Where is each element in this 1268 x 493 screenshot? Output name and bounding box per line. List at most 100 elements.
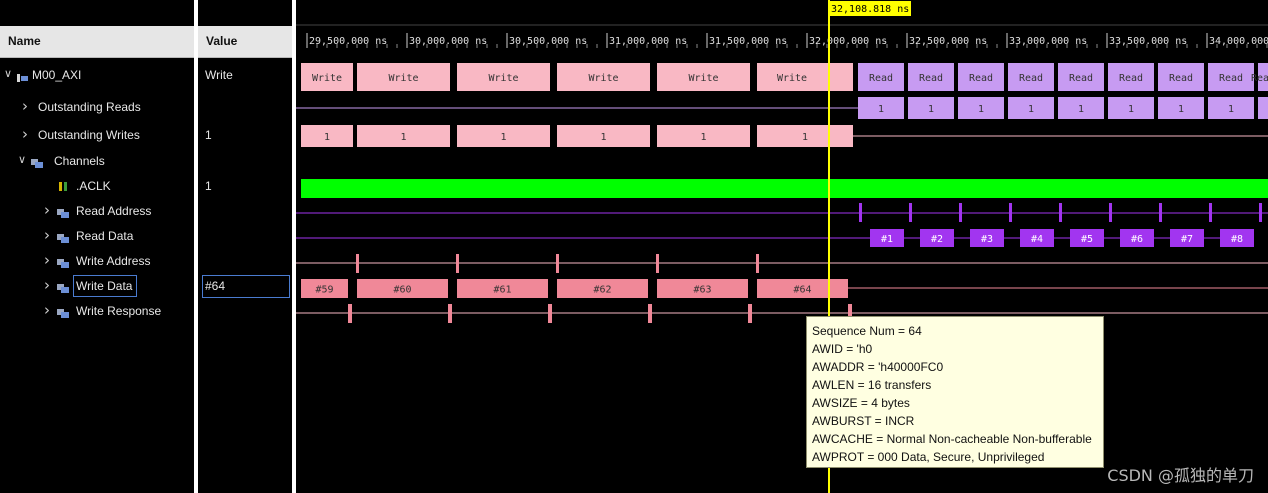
outstanding-read-value-text: 1 [878, 104, 884, 115]
read-data-beat-text: #5 [1081, 234, 1093, 245]
read-address-pulse[interactable] [859, 203, 862, 222]
tick-label-text: 30,500.000 ns [509, 36, 587, 47]
read-address-pulse[interactable] [909, 203, 912, 222]
chevron-down-icon[interactable]: ∨ [18, 153, 26, 166]
write-data-burst-text: #63 [693, 285, 711, 296]
value-selection-box[interactable] [202, 275, 290, 298]
write-address-pulse[interactable] [356, 254, 359, 273]
read-transaction-text: Read [1119, 73, 1143, 84]
write-data-burst-text: #62 [593, 285, 611, 296]
write-response-pulse[interactable] [748, 304, 752, 323]
outstanding-write-value-text: 1 [802, 132, 808, 143]
tick-label-text: 30,000.000 ns [409, 36, 487, 47]
write-transaction[interactable] [827, 63, 853, 91]
write-transaction-text: Write [312, 73, 342, 84]
tooltip-line: AWID = 'h0 [812, 342, 873, 356]
waveform-area[interactable]: 29,500.000 ns 30,000.000 ns 30,500.000 ns 3… [296, 0, 1268, 493]
tick-label-text: 33,000.000 ns [1009, 36, 1087, 47]
read-data-beat-text: #4 [1031, 234, 1043, 245]
cursor-label-text: 32,108.818 ns [831, 4, 909, 15]
read-transaction-text: Read [969, 73, 993, 84]
read-transaction-text: Read [1251, 73, 1268, 84]
read-transaction-text: Read [1169, 73, 1193, 84]
read-transaction-text: Read [919, 73, 943, 84]
tooltip-line: AWSIZE = 4 bytes [812, 396, 910, 410]
signal-row-outstanding-reads[interactable]: › Outstanding Reads [0, 97, 194, 117]
tick-label-text: 32,500.000 ns [909, 36, 987, 47]
tick-label-text: 29,500.000 ns [309, 36, 387, 47]
write-data-burst-text: #60 [393, 285, 411, 296]
signal-name: M00_AXI [32, 68, 82, 82]
outstanding-read-value-text: 1 [1028, 104, 1034, 115]
write-address-pulse[interactable] [756, 254, 759, 273]
write-address-pulse[interactable] [556, 254, 559, 273]
signal-value: Write [205, 68, 233, 82]
write-transaction-text: Write [488, 73, 518, 84]
outstanding-write-value-text: 1 [324, 132, 330, 143]
chevron-right-icon[interactable]: › [44, 301, 50, 319]
aclk-waveform[interactable] [301, 179, 1268, 198]
bus-icon [17, 70, 28, 82]
signal-name: .ACLK [76, 179, 111, 193]
read-transaction-text: Read [1069, 73, 1093, 84]
signal-row-read-address[interactable]: › Read Address [0, 201, 194, 221]
channel-icon [57, 281, 69, 293]
read-data-beat-text: #1 [881, 234, 893, 245]
write-transaction-text: Write [688, 73, 718, 84]
chevron-right-icon[interactable]: › [44, 201, 50, 219]
signal-row-aclk[interactable]: .ACLK [0, 176, 194, 196]
name-column-header[interactable]: Name [0, 26, 194, 58]
chevron-right-icon[interactable]: › [44, 276, 50, 294]
signal-name: Outstanding Reads [38, 100, 141, 114]
tooltip-line: AWBURST = INCR [812, 414, 915, 428]
read-address-pulse[interactable] [1059, 203, 1062, 222]
outstanding-write-value-text: 1 [400, 132, 406, 143]
read-address-pulse[interactable] [1209, 203, 1212, 222]
read-address-pulse[interactable] [1159, 203, 1162, 222]
signal-row-read-data[interactable]: › Read Data [0, 226, 194, 246]
chevron-right-icon[interactable]: › [22, 97, 28, 115]
signal-row-write-data[interactable]: › Write Data [0, 275, 194, 297]
write-response-pulse[interactable] [548, 304, 552, 323]
write-address-pulse[interactable] [456, 254, 459, 273]
value-column-header[interactable]: Value [198, 26, 292, 58]
signal-row-channels[interactable]: ∨ Channels [0, 151, 194, 171]
chevron-right-icon[interactable]: › [44, 251, 50, 269]
tick-label-text: 31,000.000 ns [609, 36, 687, 47]
channel-icon [57, 306, 69, 318]
read-data-beat-text: #6 [1131, 234, 1143, 245]
outstanding-read-value-text: 1 [1178, 104, 1184, 115]
transaction-tooltip: Sequence Num = 64 AWID = 'h0 AWADDR = 'h40… [806, 316, 1104, 468]
channel-icon [57, 206, 69, 218]
write-transaction-text: Write [388, 73, 418, 84]
read-address-pulse[interactable] [1109, 203, 1112, 222]
chevron-right-icon[interactable]: › [44, 226, 50, 244]
signal-row-m00-axi[interactable]: ∨ M00_AXI [0, 65, 194, 85]
write-response-pulse[interactable] [448, 304, 452, 323]
outstanding-read-value-text: 1 [928, 104, 934, 115]
chevron-down-icon[interactable]: ∨ [4, 67, 12, 80]
outstanding-read-value-text: 1 [978, 104, 984, 115]
outstanding-write-value-text: 1 [500, 132, 506, 143]
read-address-pulse[interactable] [1009, 203, 1012, 222]
outstanding-read-value[interactable] [1258, 97, 1268, 119]
chevron-right-icon[interactable]: › [22, 125, 28, 143]
write-address-pulse[interactable] [656, 254, 659, 273]
group-icon [31, 156, 43, 168]
read-address-pulse[interactable] [1259, 203, 1262, 222]
signal-name: Channels [54, 154, 105, 168]
signal-row-outstanding-writes[interactable]: › Outstanding Writes [0, 125, 194, 145]
watermark: CSDN @孤独的单刀 [1107, 466, 1254, 485]
signal-row-write-response[interactable]: › Write Response [0, 301, 194, 321]
read-data-beat-text: #7 [1181, 234, 1193, 245]
waveform-canvas[interactable]: 29,500.000 ns 30,000.000 ns 30,500.000 ns 3… [296, 0, 1268, 493]
outstanding-read-value-text: 1 [1228, 104, 1234, 115]
tooltip-line: AWPROT = 000 Data, Secure, Unprivileged [812, 450, 1045, 464]
write-response-pulse[interactable] [348, 304, 352, 323]
signal-row-write-address[interactable]: › Write Address [0, 251, 194, 271]
signal-name: Write Address [76, 254, 151, 268]
write-transaction-text: Write [777, 73, 807, 84]
tick-label-text: 33,500.000 ns [1109, 36, 1187, 47]
write-response-pulse[interactable] [648, 304, 652, 323]
read-address-pulse[interactable] [959, 203, 962, 222]
